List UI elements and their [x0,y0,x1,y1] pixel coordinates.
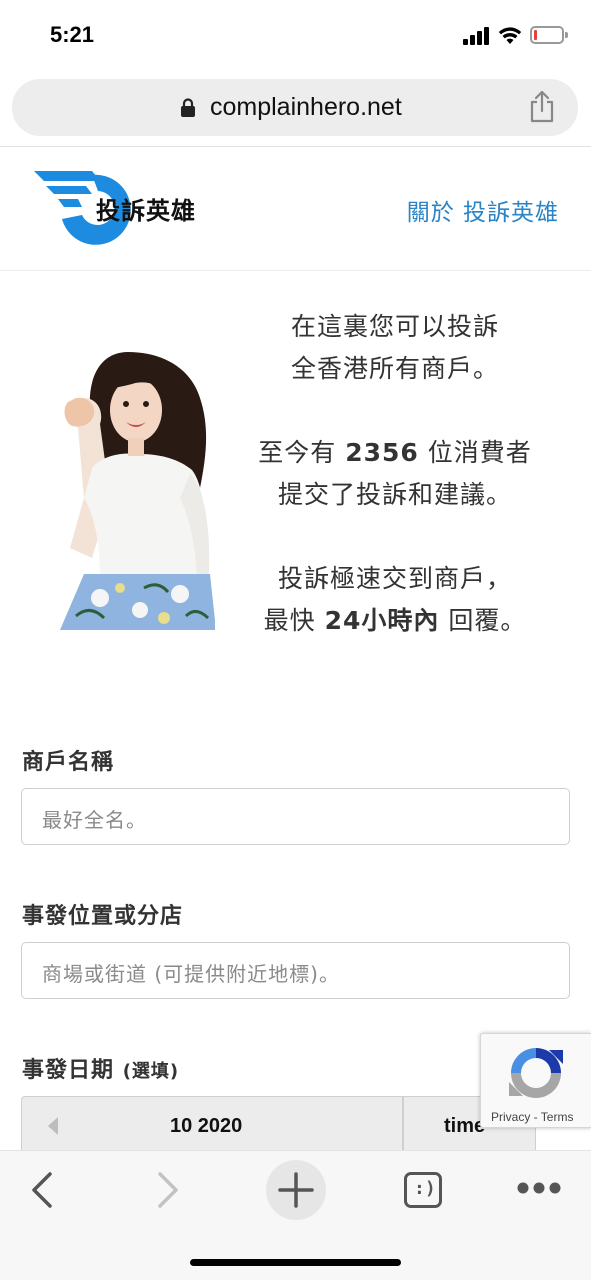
incident-date-label: 事發日期 (選填) [22,1052,179,1084]
date-picker-time[interactable]: time [444,1115,485,1138]
recaptcha-badge[interactable]: Privacy - Terms [480,1033,591,1128]
hero-line: 至今有 2356 位消費者 [240,432,550,474]
new-tab-button[interactable] [266,1160,326,1220]
location-label: 事發位置或分店 [22,904,184,929]
response-time: 24小時內 [324,606,440,635]
incident-date-label-text: 事發日期 [22,1058,115,1083]
share-icon[interactable] [528,90,556,124]
home-indicator [190,1259,401,1266]
url-text[interactable]: complainhero.net [210,93,402,122]
hero-paragraph-intro: 在這裏您可以投訴 全香港所有商戶。 [240,306,550,390]
hero-person-image [60,352,215,630]
site-logo[interactable]: 投訴英雄 [34,169,214,249]
merchant-name-label: 商戶名稱 [22,750,115,775]
hero-text: 在這裏您可以投訴 全香港所有商戶。 至今有 2356 位消費者 提交了投訴和建議… [240,306,550,642]
tab-count-label: :) [414,1178,436,1199]
hero-line: 投訴極速交到商戶， [277,564,512,593]
hero-paragraph-speed: 投訴極速交到商戶， 最快 24小時內 回覆。 [240,558,550,642]
date-picker-month: 10 2020 [170,1115,243,1137]
hero-line: 提交了投訴和建議。 [277,480,512,509]
terms-link[interactable]: Terms [541,1110,574,1124]
location-input[interactable]: 商場或街道 (可提供附近地標)。 [21,942,570,999]
lock-icon [181,98,195,117]
more-icon[interactable] [516,1181,562,1195]
privacy-link[interactable]: Privacy [491,1110,530,1124]
site-header: 投訴英雄 關於 投訴英雄 [0,147,591,271]
hero-line: 最快 24小時內 回覆。 [240,600,550,642]
wifi-icon [498,27,522,44]
hero-text-fragment: 至今有 [258,438,346,467]
optional-tag: (選填) [122,1061,180,1082]
date-picker-divider [402,1097,404,1153]
recaptcha-links: Privacy - Terms [491,1110,573,1124]
date-picker[interactable]: 10 2020 time [21,1096,536,1153]
merchant-name-placeholder: 最好全名。 [42,808,147,832]
back-icon[interactable] [30,1171,54,1209]
merchant-name-input[interactable]: 最好全名。 [21,788,570,845]
address-bar[interactable]: complainhero.net [12,79,578,136]
hero-line: 在這裏您可以投訴 [290,312,499,341]
status-bar: 5:21 [0,0,591,74]
hero-text-fragment: 位消費者 [418,438,532,467]
forward-icon[interactable] [156,1171,180,1209]
hero-line: 全香港所有商戶。 [290,354,499,383]
cellular-signal-icon [463,27,491,45]
battery-icon [530,26,568,44]
plus-icon [278,1172,314,1208]
consumer-count: 2356 [345,438,419,467]
battery-level [534,30,537,40]
hero-section: 在這裏您可以投訴 全香港所有商戶。 至今有 2356 位消費者 提交了投訴和建議… [0,272,591,672]
recaptcha-icon [509,1048,563,1098]
hero-paragraph-count: 至今有 2356 位消費者 提交了投訴和建議。 [240,432,550,516]
previous-month-icon[interactable] [48,1117,58,1135]
nav-about-link[interactable]: 關於 投訴英雄 [407,193,559,227]
logo-text: 投訴英雄 [96,197,196,225]
hero-text-fragment: 最快 [263,606,325,635]
link-separator: - [530,1110,541,1124]
hero-text-fragment: 回覆。 [439,606,527,635]
status-time: 5:21 [50,22,95,47]
tab-switcher-icon[interactable]: :) [404,1172,442,1208]
location-placeholder: 商場或街道 (可提供附近地標)。 [42,962,340,986]
